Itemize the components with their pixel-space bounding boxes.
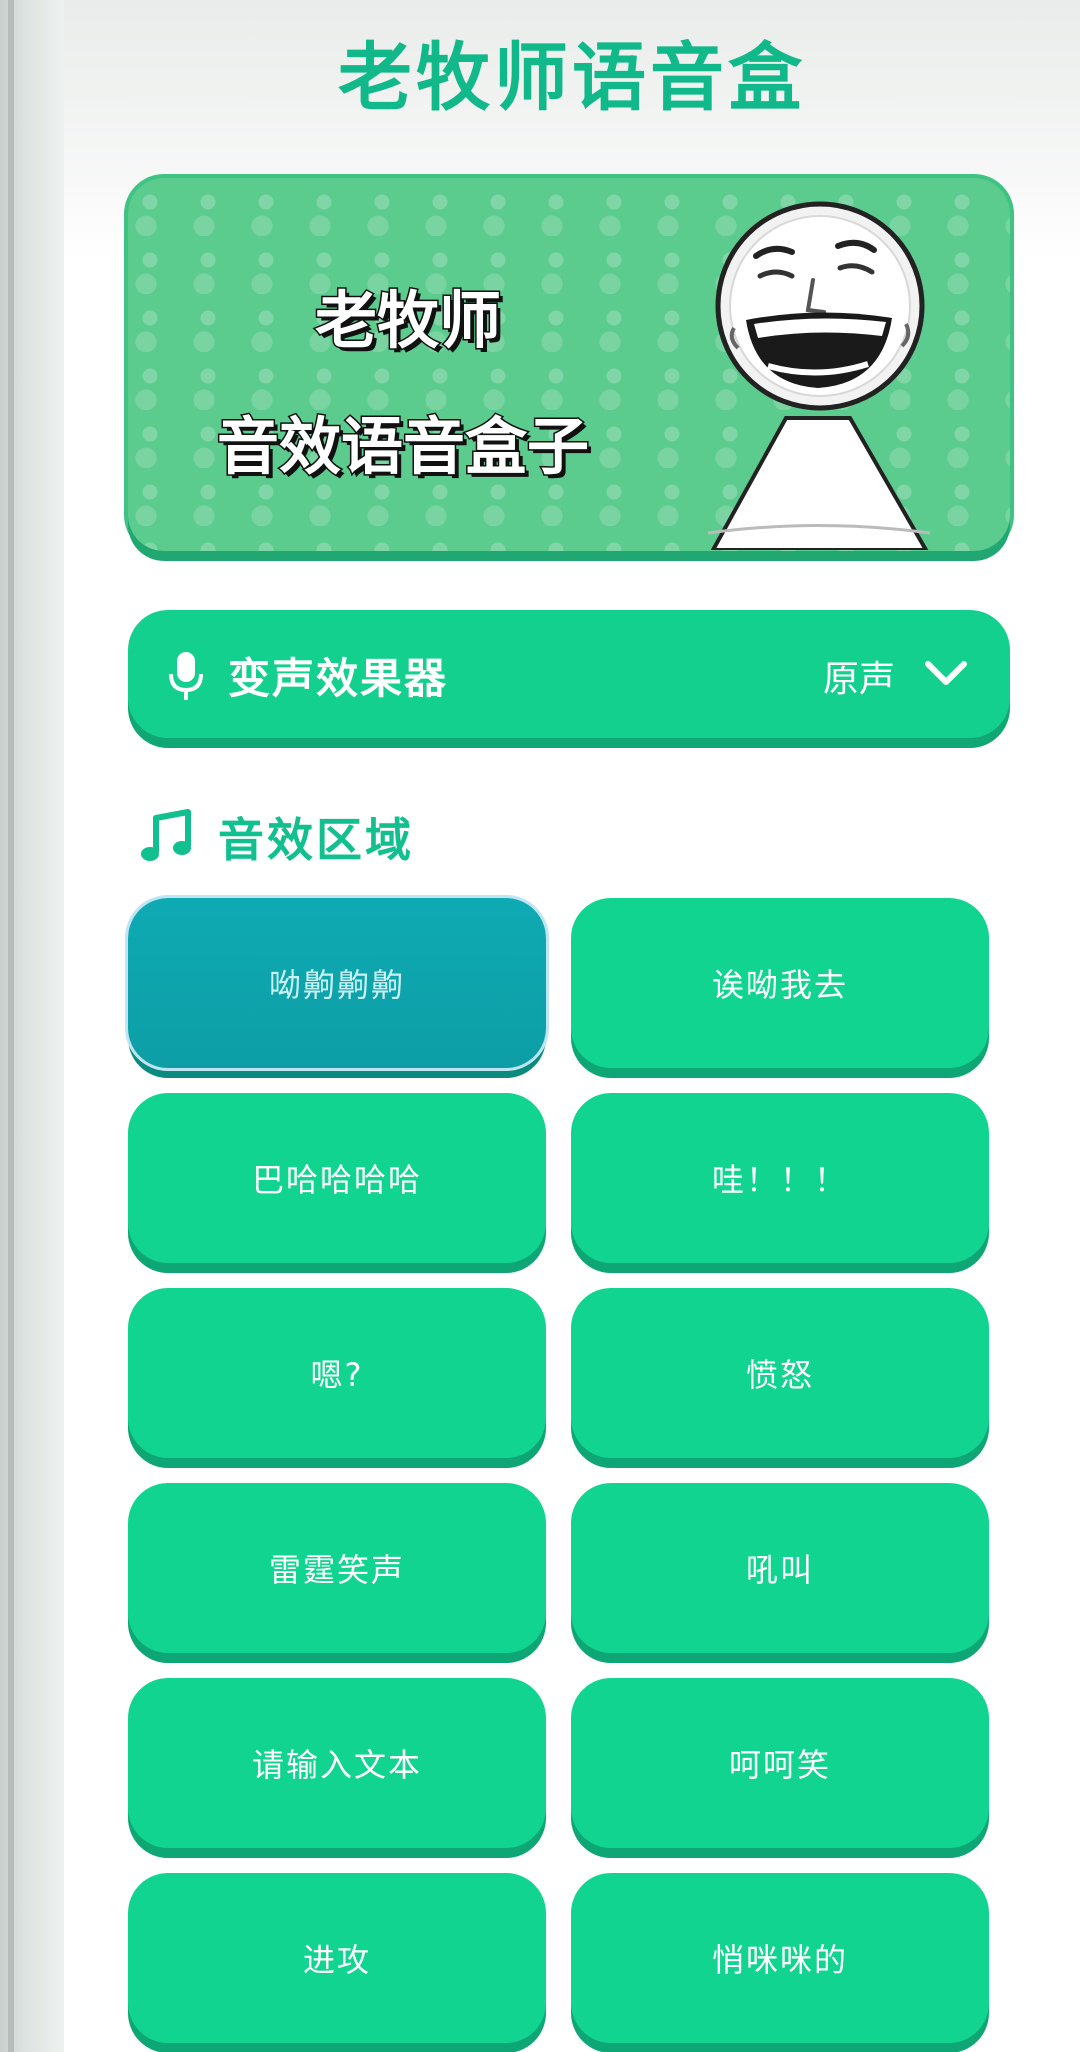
sound-button[interactable]: 诶呦我去 [571,898,989,1068]
banner: 老牧师 音效语音盒子 [128,178,1010,551]
voice-changer-dropdown[interactable]: 变声效果器 原声 [128,610,1010,738]
sound-button[interactable]: 请输入文本 [128,1678,546,1848]
microphone-icon [169,652,203,700]
sound-button[interactable]: 吼叫 [571,1483,989,1653]
voice-changer-value: 原声 [822,659,895,700]
sound-button[interactable]: 哇！！！ [571,1093,989,1263]
meme-face-image [707,201,931,550]
app-title: 老牧师语音盒 [338,35,806,121]
section-title: 音效区域 [218,813,414,867]
sound-button[interactable]: 呵呵笑 [571,1678,989,1848]
sound-button[interactable]: 悄咪咪的 [571,1873,989,2043]
background-edge [0,0,64,2052]
banner-title-line1: 老牧师 [313,283,502,359]
chevron-down-icon [925,661,967,685]
music-note-icon [141,809,191,861]
sound-button[interactable]: 愤怒 [571,1288,989,1458]
sound-button[interactable]: 呦齁齁齁 [125,895,549,1071]
sound-button[interactable]: 雷霆笑声 [128,1483,546,1653]
banner-title-line2: 音效语音盒子 [215,409,590,485]
sound-button[interactable]: 嗯? [128,1288,546,1458]
sound-button[interactable]: 进攻 [128,1873,546,2043]
sound-button[interactable]: 巴哈哈哈哈 [128,1093,546,1263]
voice-changer-label: 变声效果器 [228,654,449,703]
